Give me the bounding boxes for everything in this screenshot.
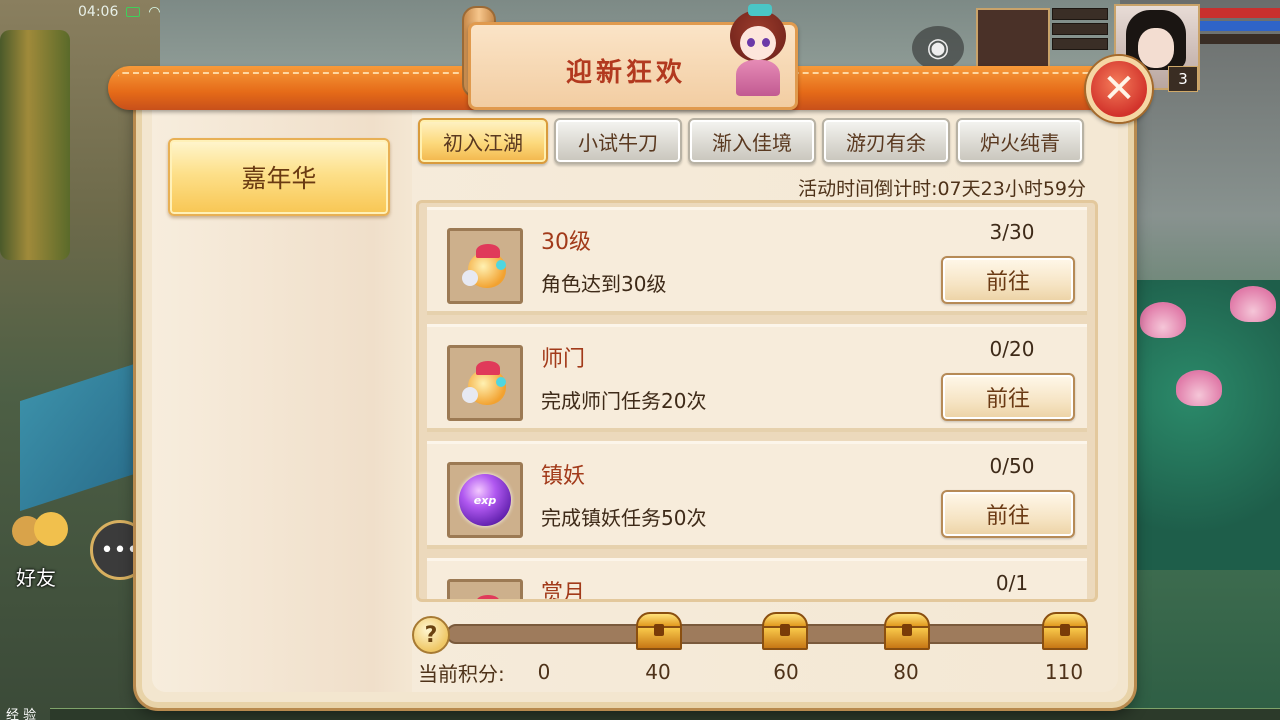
battery-icon	[126, 7, 141, 17]
sidebar-item-carnival[interactable]: 嘉年华	[168, 138, 390, 216]
friends-label[interactable]: 好友	[16, 562, 56, 591]
lotus-flower	[1140, 302, 1186, 338]
lotus-pond	[1130, 280, 1280, 570]
task-row: 30级 角色达到30级 3/30 前往	[427, 207, 1087, 315]
stage-tabs: 初入江湖 小试牛刀 渐入佳境 游刃有余 炉火纯青	[418, 118, 1084, 164]
anger-bar	[1200, 34, 1280, 44]
mascot-hat	[748, 4, 772, 16]
tab-stage-3[interactable]: 渐入佳境	[688, 118, 816, 164]
close-button[interactable]: ✕	[1086, 56, 1152, 122]
milestone-label: 60	[773, 660, 799, 684]
hero-status-bars	[1200, 8, 1280, 44]
lotus-flower	[1230, 286, 1276, 322]
task-row: 赏月 0/1	[427, 558, 1087, 602]
task-description: 完成师门任务20次	[541, 389, 707, 413]
reward-bag-icon[interactable]	[447, 228, 523, 304]
dragon-pillar	[0, 30, 70, 260]
goto-button[interactable]: 前往	[941, 490, 1075, 538]
pet-status-bars	[1052, 8, 1108, 54]
status-time: 04:06	[78, 4, 119, 20]
reward-chest-icon[interactable]	[1042, 612, 1088, 650]
milestone-label: 40	[645, 660, 671, 684]
task-title: 镇妖	[541, 464, 586, 489]
milestone-label: 80	[893, 660, 919, 684]
reward-chest-icon[interactable]	[762, 612, 808, 650]
panel-title: 迎新狂欢	[565, 58, 686, 88]
background-pool	[20, 358, 150, 512]
mascot-character	[722, 4, 794, 100]
mascot-body	[736, 60, 780, 96]
hero-level-badge: 3	[1168, 66, 1198, 92]
tab-stage-5[interactable]: 炉火纯青	[956, 118, 1084, 164]
reward-bag-icon[interactable]	[447, 579, 523, 599]
mascot-face	[740, 26, 776, 60]
task-list[interactable]: 30级 角色达到30级 3/30 前往 师门 完成师门任务20次 0/20 前往…	[416, 200, 1098, 602]
score-value: 0	[537, 660, 551, 684]
task-title: 师门	[541, 347, 586, 372]
exp-bar	[50, 708, 1280, 720]
task-row: exp 镇妖 完成镇妖任务50次 0/50 前往	[427, 441, 1087, 549]
task-title: 30级	[541, 230, 591, 255]
status-bar: 04:06 ◠	[78, 4, 161, 20]
score-label: 当前积分:	[418, 662, 505, 686]
hp-bar	[1200, 8, 1280, 18]
reward-bag-icon[interactable]	[447, 345, 523, 421]
task-row: 师门 完成师门任务20次 0/20 前往	[427, 324, 1087, 432]
lotus-flower	[1176, 370, 1222, 406]
mp-bar	[1200, 21, 1280, 31]
wifi-icon: ◠	[148, 4, 161, 20]
task-description: 角色达到30级	[541, 272, 667, 296]
hero-face	[1138, 28, 1174, 68]
help-icon[interactable]: ?	[412, 616, 450, 654]
camera-icon[interactable]: ◉	[912, 26, 964, 70]
goto-button[interactable]: 前往	[941, 373, 1075, 421]
reward-chest-icon[interactable]	[636, 612, 682, 650]
exp-label: 经 验	[6, 708, 37, 720]
task-progress: 0/50	[989, 454, 1035, 478]
task-progress: 3/30	[989, 220, 1035, 244]
event-countdown: 活动时间倒计时:07天23小时59分	[798, 178, 1086, 200]
exp-orb-icon[interactable]: exp	[447, 462, 523, 538]
tab-stage-1[interactable]: 初入江湖	[418, 118, 548, 164]
close-icon: ✕	[1102, 66, 1136, 112]
tab-stage-2[interactable]: 小试牛刀	[554, 118, 682, 164]
mascot-eye	[747, 38, 755, 47]
task-title: 赏月	[541, 581, 586, 602]
tab-stage-4[interactable]: 游刃有余	[822, 118, 950, 164]
task-description: 完成镇妖任务50次	[541, 506, 707, 530]
mascot-eye	[762, 38, 770, 47]
task-progress: 0/1	[995, 571, 1029, 595]
milestone-label: 110	[1044, 660, 1084, 684]
task-progress: 0/20	[989, 337, 1035, 361]
exp-orb: exp	[459, 474, 511, 526]
goto-button[interactable]: 前往	[941, 256, 1075, 304]
friend-head-icon	[34, 512, 68, 546]
reward-chest-icon[interactable]	[884, 612, 930, 650]
